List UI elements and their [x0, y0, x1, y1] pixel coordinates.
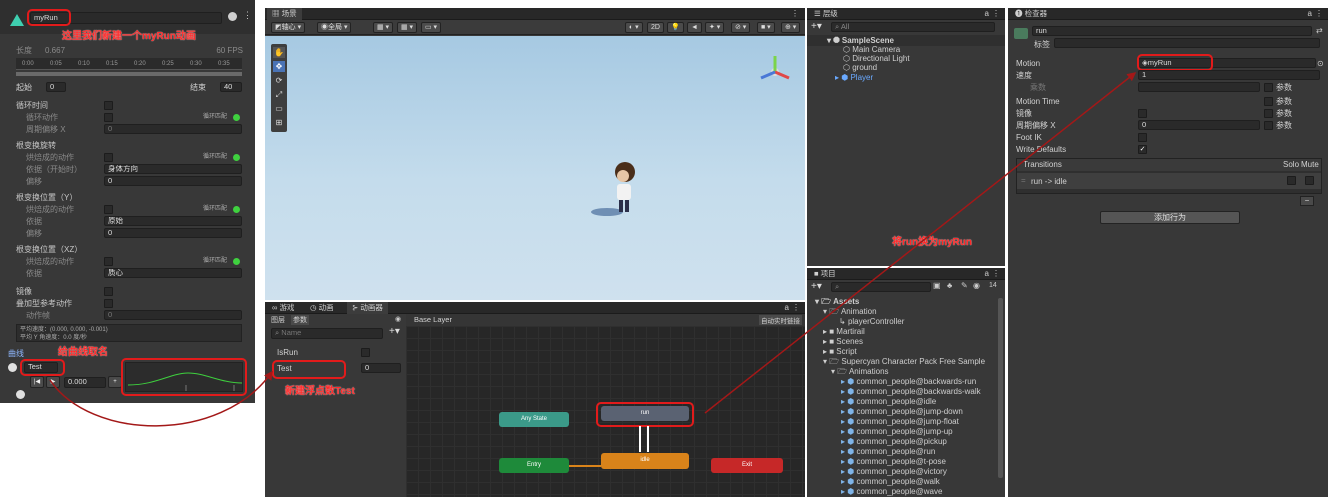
- arrow-run-to-motion: [704, 72, 1137, 414]
- arrow-curve-to-param: [49, 370, 273, 427]
- annotation-arrows: [49, 72, 1137, 427]
